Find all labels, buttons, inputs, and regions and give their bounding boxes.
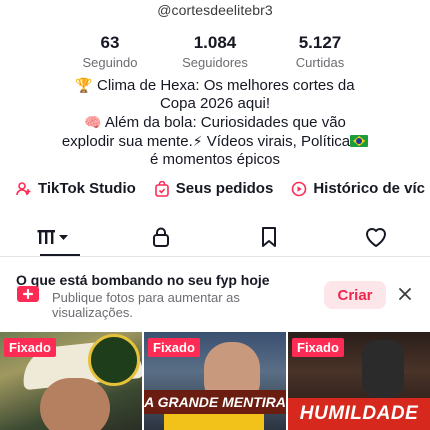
tiktok-studio-label: TikTok Studio: [38, 180, 136, 197]
person-plus-icon: [16, 181, 31, 195]
bio-text-4b: Vídeos virais, Política: [206, 133, 351, 150]
likes-count: 5.127: [298, 33, 342, 52]
stat-following[interactable]: 63 Seguindo: [60, 33, 160, 71]
trophy-icon: 🏆: [75, 77, 93, 93]
video-overlay-text: HUMILDADE: [288, 398, 430, 430]
bookmark-icon: [261, 227, 276, 247]
pinned-badge: Fixado: [148, 338, 200, 357]
video-grid: Fixado A GRANDE MENTIRA Fixado HUMILDADE…: [0, 332, 430, 430]
grid-icon: [37, 230, 68, 244]
orders-label: Seus pedidos: [175, 180, 274, 197]
bio-text-5: é momentos épicos: [149, 151, 281, 168]
orders-button[interactable]: Seus pedidos: [154, 180, 274, 197]
tiktok-studio-button[interactable]: TikTok Studio: [16, 180, 136, 197]
video-thumbnail-1[interactable]: Fixado: [0, 332, 142, 430]
lock-icon: [153, 227, 170, 247]
bio-line-3: 🧠 Além da bola: Curiosidades que vão: [20, 113, 410, 132]
bag-check-icon: [154, 180, 169, 197]
tab-saved[interactable]: [215, 222, 323, 252]
fyp-prompt-title: O que está bombando no seu fyp hoje: [16, 272, 270, 288]
tab-private[interactable]: [108, 222, 216, 252]
add-photo-icon: [17, 286, 39, 302]
stat-followers[interactable]: 1.084 Seguidores: [165, 33, 265, 71]
heart-icon: [366, 228, 387, 247]
bio-line-1: 🏆 Clima de Hexa: Os melhores cortes da: [20, 76, 410, 95]
video-thumbnail-3[interactable]: HUMILDADE Fixado: [288, 332, 430, 430]
followers-count: 1.084: [193, 33, 237, 52]
pinned-badge: Fixado: [292, 338, 344, 357]
tabs-divider: [0, 256, 430, 257]
profile-shortcuts: TikTok Studio Seus pedidos Histórico de …: [0, 180, 430, 197]
bio-text-2: Copa 2026 aqui!: [159, 95, 271, 112]
profile-handle: @cortesdeelitebr3: [157, 2, 273, 18]
following-count: 63: [100, 33, 120, 52]
profile-tabs: [0, 222, 430, 256]
play-circle-icon: [292, 181, 307, 196]
create-button[interactable]: Criar: [324, 281, 386, 309]
following-label: Seguindo: [82, 55, 138, 70]
profile-stats: 63 Seguindo 1.084 Seguidores 5.127 Curti…: [60, 33, 370, 71]
video-thumbnail-2[interactable]: A GRANDE MENTIRA Fixado: [144, 332, 286, 430]
bio-line-4: explodir sua mente.⚡ Vídeos virais, Polí…: [20, 132, 410, 151]
bio-text-3: Além da bola: Curiosidades que vão: [104, 114, 346, 131]
bio-text-4a: explodir sua mente.: [61, 133, 193, 150]
pinned-badge: Fixado: [4, 338, 56, 357]
bio-text-1: Clima de Hexa: Os melhores cortes da: [97, 77, 355, 94]
channel-logo: [88, 334, 140, 386]
watch-history-button[interactable]: Histórico de víc: [291, 180, 425, 197]
fyp-prompt-description: Publique fotos para aumentar as visualiz…: [52, 290, 240, 320]
person-shape: [40, 378, 110, 430]
tab-liked[interactable]: [323, 222, 430, 252]
video-overlay-text: A GRANDE MENTIRA: [144, 390, 286, 414]
likes-label: Curtidas: [295, 55, 345, 70]
close-icon[interactable]: [397, 286, 413, 302]
watch-history-label: Histórico de víc: [313, 180, 426, 197]
followers-label: Seguidores: [182, 55, 248, 70]
brazil-flag-icon: [350, 135, 369, 147]
tab-videos[interactable]: [0, 222, 108, 256]
profile-bio: 🏆 Clima de Hexa: Os melhores cortes da C…: [20, 76, 410, 169]
lightning-icon: ⚡: [192, 133, 203, 149]
brain-icon: 🧠: [84, 114, 102, 130]
stat-likes[interactable]: 5.127 Curtidas: [270, 33, 370, 71]
overlay-strip: [164, 414, 264, 430]
microphone-shape: [362, 340, 404, 398]
